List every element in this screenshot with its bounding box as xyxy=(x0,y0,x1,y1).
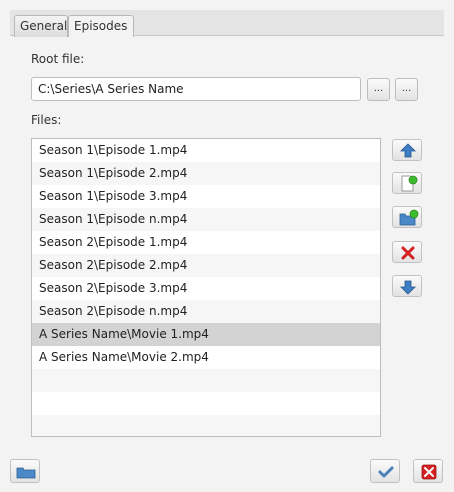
open-folder-button[interactable] xyxy=(10,459,40,483)
list-item[interactable]: Season 1\Episode 3.mp4 xyxy=(32,185,380,208)
tab-bar: General Episodes xyxy=(10,10,444,37)
add-file-button[interactable] xyxy=(392,172,422,194)
arrow-up-icon xyxy=(400,143,416,158)
cancel-button[interactable] xyxy=(413,459,443,483)
tab-general[interactable]: General xyxy=(14,15,68,37)
list-item[interactable]: Season 2\Episode 3.mp4 xyxy=(32,277,380,300)
open-folder-icon xyxy=(16,467,36,479)
remove-button[interactable] xyxy=(392,241,422,263)
list-item[interactable]: A Series Name\Movie 2.mp4 xyxy=(32,346,380,369)
remove-icon xyxy=(401,246,415,260)
list-empty-row xyxy=(32,369,380,392)
tab-episodes[interactable]: Episodes xyxy=(68,15,134,37)
list-item[interactable]: Season 2\Episode n.mp4 xyxy=(32,300,380,323)
add-folder-icon xyxy=(399,209,419,226)
browse-file-button[interactable]: ... xyxy=(367,78,390,101)
add-file-icon xyxy=(401,175,418,192)
files-label: Files: xyxy=(31,113,62,127)
add-folder-button[interactable] xyxy=(392,206,422,228)
cancel-icon xyxy=(421,464,437,480)
list-item[interactable]: Season 1\Episode 2.mp4 xyxy=(32,162,380,185)
move-down-button[interactable] xyxy=(392,275,422,297)
browse-folder-button[interactable]: ... xyxy=(395,78,418,101)
list-item[interactable]: Season 1\Episode 1.mp4 xyxy=(32,139,380,162)
files-list[interactable]: Season 1\Episode 1.mp4 Season 1\Episode … xyxy=(31,138,381,437)
root-file-input[interactable]: C:\Series\A Series Name xyxy=(31,77,361,101)
root-file-label: Root file: xyxy=(31,52,85,66)
list-empty-row xyxy=(32,392,380,415)
list-item[interactable]: Season 2\Episode 1.mp4 xyxy=(32,231,380,254)
list-empty-row xyxy=(32,415,380,436)
confirm-icon xyxy=(378,466,394,478)
list-item-selected[interactable]: A Series Name\Movie 1.mp4 xyxy=(32,323,380,346)
confirm-button[interactable] xyxy=(370,459,400,483)
list-item[interactable]: Season 1\Episode n.mp4 xyxy=(32,208,380,231)
move-up-button[interactable] xyxy=(392,139,422,161)
list-item[interactable]: Season 2\Episode 2.mp4 xyxy=(32,254,380,277)
arrow-down-icon xyxy=(400,280,416,295)
